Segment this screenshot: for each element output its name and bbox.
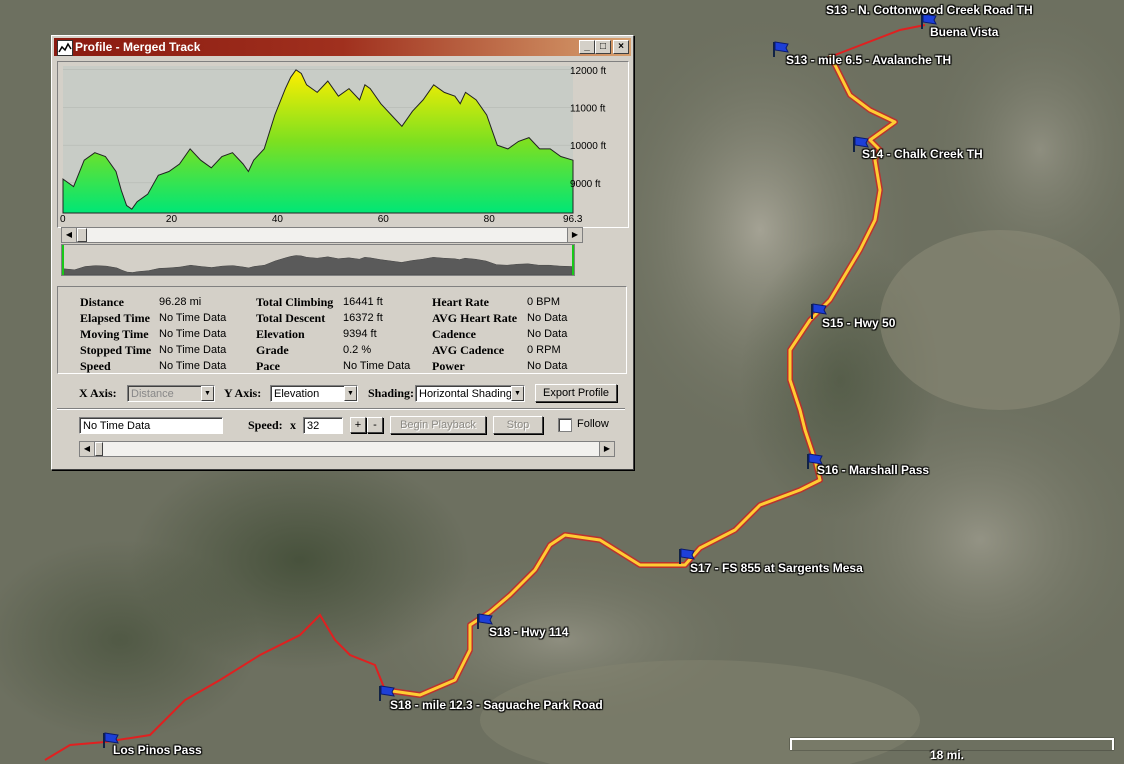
stat-label: Pace: [256, 359, 280, 373]
stat-label: Moving Time: [80, 327, 149, 341]
waypoint-label[interactable]: S17 - FS 855 at Sargents Mesa: [690, 561, 863, 575]
chevron-down-icon[interactable]: ▼: [201, 386, 214, 401]
waypoint-label[interactable]: Buena Vista: [930, 25, 998, 39]
follow-label: Follow: [577, 418, 609, 430]
elevation-chart[interactable]: 0 20 40 60 80 96.3 12000 ft 11000 ft 10000 ft 90…: [58, 62, 626, 225]
x-tick-label: 40: [272, 214, 284, 225]
stat-value: 96.28 mi: [159, 296, 202, 308]
waypoint-label[interactable]: S15 - Hwy 50: [822, 316, 895, 330]
y-tick-label: 9000 ft: [570, 179, 601, 190]
stat-value: 0 BPM: [527, 296, 561, 308]
stat-label: AVG Heart Rate: [432, 311, 518, 325]
profile-window[interactable]: Profile - Merged Track _ □ × 0 20 40 60 80 96…: [51, 35, 634, 470]
stop-button[interactable]: Stop: [493, 416, 543, 434]
begin-playback-button[interactable]: Begin Playback: [390, 416, 486, 434]
stat-value: No Data: [527, 360, 568, 372]
y-axis-label: Y Axis:: [224, 386, 262, 400]
stat-value: No Time Data: [343, 360, 411, 372]
playback-time-field[interactable]: No Time Data: [79, 417, 223, 434]
minimize-button[interactable]: _: [579, 40, 595, 54]
maximize-button[interactable]: □: [595, 40, 611, 54]
scroll-right-arrow[interactable]: ▶: [599, 442, 614, 456]
stat-value: No Time Data: [159, 328, 227, 340]
scroll-left-arrow[interactable]: ◀: [62, 228, 77, 242]
y-tick-label: 11000 ft: [570, 103, 606, 114]
x-axis-label: X Axis:: [79, 386, 117, 400]
waypoint-label[interactable]: S16 - Marshall Pass: [817, 463, 929, 477]
stat-value: 16372 ft: [343, 312, 383, 324]
stat-value: No Data: [527, 328, 568, 340]
x-axis-value: Distance: [131, 388, 174, 400]
x-tick-label: 60: [378, 214, 390, 225]
stat-value: 16441 ft: [343, 296, 383, 308]
playback-scrollbar[interactable]: ◀ ▶: [79, 441, 615, 457]
stat-label: Cadence: [432, 327, 476, 341]
map-scale-label: 18 mi.: [930, 748, 965, 762]
speed-decrease-button[interactable]: -: [367, 417, 383, 433]
shading-label: Shading:: [368, 386, 415, 400]
stat-label: Elapsed Time: [80, 311, 150, 325]
x-axis-select[interactable]: Distance ▼: [127, 385, 215, 402]
waypoint-label[interactable]: S14 - Chalk Creek TH: [862, 147, 983, 161]
stat-label: Stopped Time: [80, 343, 152, 357]
track-statistics: Distance 96.28 mi Total Climbing 16441 f…: [57, 286, 627, 374]
waypoint-label[interactable]: S13 - mile 6.5 - Avalanche TH: [786, 53, 951, 67]
stat-label: Distance: [80, 295, 124, 309]
speed-multiplier-label: x: [290, 418, 296, 432]
waypoint-label[interactable]: S13 - N. Cottonwood Creek Road TH: [826, 3, 1033, 17]
y-tick-label: 10000 ft: [570, 141, 606, 152]
stat-value: 0.2 %: [343, 344, 372, 356]
stat-value: 0 RPM: [527, 344, 561, 356]
scroll-left-arrow[interactable]: ◀: [80, 442, 95, 456]
x-tick-label: 0: [60, 214, 66, 225]
follow-checkbox[interactable]: [558, 418, 572, 432]
chart-scrollbar[interactable]: ◀ ▶: [61, 227, 583, 243]
close-button[interactable]: ×: [613, 40, 629, 54]
stat-label: AVG Cadence: [432, 343, 505, 357]
stat-label: Total Climbing: [256, 295, 334, 309]
divider: [57, 408, 625, 410]
stat-value: No Data: [527, 312, 568, 324]
x-tick-label: 20: [166, 214, 178, 225]
shading-select[interactable]: Horizontal Shading ▼: [415, 385, 525, 402]
shading-value: Horizontal Shading: [419, 388, 512, 400]
waypoint-label[interactable]: Los Pinos Pass: [113, 743, 202, 757]
stat-label: Elevation: [256, 327, 305, 341]
y-axis-select[interactable]: Elevation ▼: [270, 385, 358, 402]
x-tick-label: 80: [484, 214, 496, 225]
stat-label: Heart Rate: [432, 295, 489, 309]
speed-input[interactable]: 32: [303, 417, 343, 434]
chevron-down-icon[interactable]: ▼: [344, 386, 357, 401]
stat-value: No Time Data: [159, 360, 227, 372]
scroll-thumb[interactable]: [95, 442, 103, 456]
stat-label: Grade: [256, 343, 289, 357]
y-axis-value: Elevation: [274, 388, 320, 400]
scroll-right-arrow[interactable]: ▶: [567, 228, 582, 242]
profile-overview[interactable]: [61, 244, 575, 276]
y-tick-label: 12000 ft: [570, 66, 606, 77]
stat-value: No Time Data: [159, 312, 227, 324]
export-profile-button[interactable]: Export Profile: [535, 384, 617, 402]
chevron-down-icon[interactable]: ▼: [511, 386, 524, 401]
speed-increase-button[interactable]: +: [350, 417, 366, 433]
elevation-chart-panel[interactable]: 0 20 40 60 80 96.3 12000 ft 11000 ft 10000 ft 90…: [57, 61, 629, 228]
window-titlebar[interactable]: Profile - Merged Track _ □ ×: [54, 38, 631, 56]
stat-value: No Time Data: [159, 344, 227, 356]
profile-app-icon: [57, 40, 73, 56]
window-title: Profile - Merged Track: [75, 40, 201, 54]
stat-label: Total Descent: [256, 311, 326, 325]
speed-label: Speed:: [248, 418, 283, 432]
scroll-thumb[interactable]: [77, 228, 87, 242]
waypoint-label[interactable]: S18 - Hwy 114: [489, 625, 568, 639]
stat-label: Power: [432, 359, 465, 373]
x-tick-label: 96.3: [563, 214, 583, 225]
waypoint-label[interactable]: S18 - mile 12.3 - Saguache Park Road: [390, 698, 603, 712]
stat-label: Speed: [80, 359, 111, 373]
stat-value: 9394 ft: [343, 328, 377, 340]
